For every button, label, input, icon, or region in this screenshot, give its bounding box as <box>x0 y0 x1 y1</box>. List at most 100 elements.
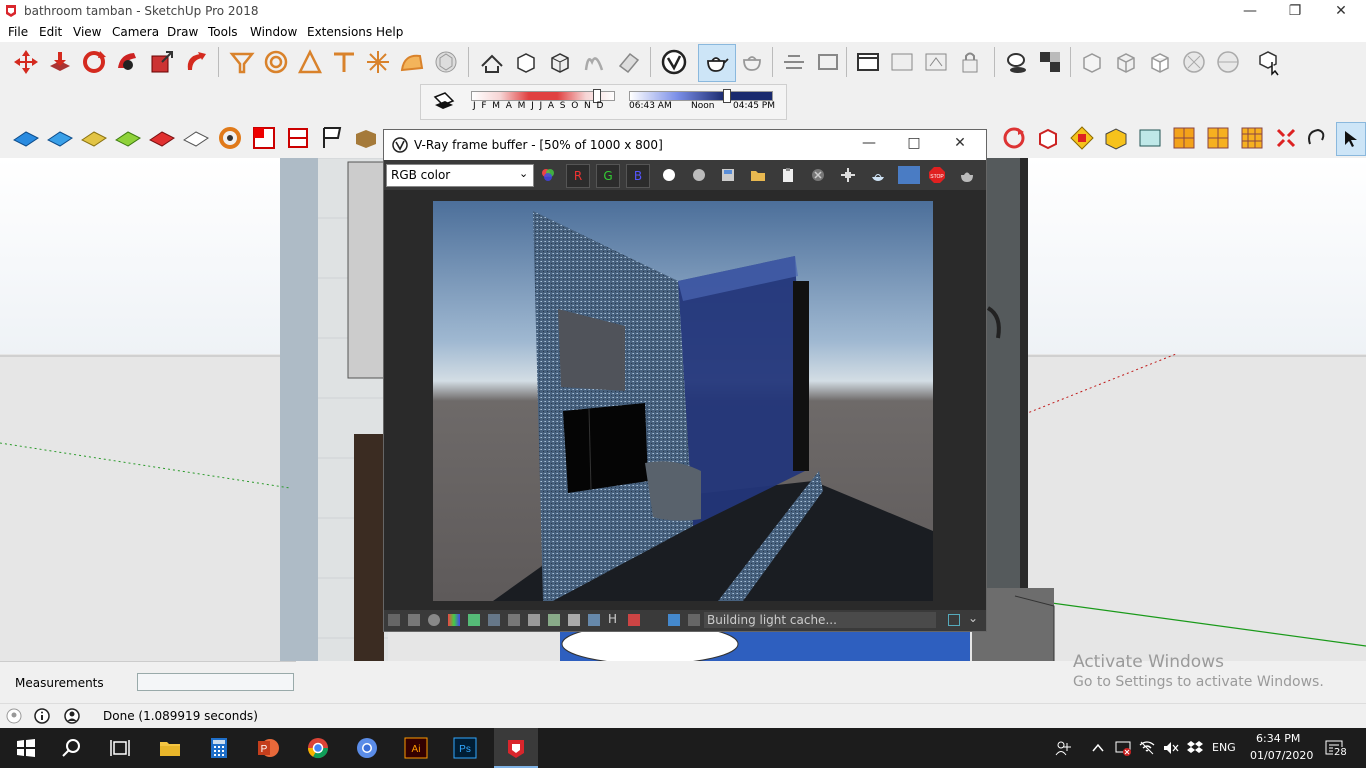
sandbox-contours-icon[interactable] <box>46 124 74 152</box>
show-hidden-icons-icon[interactable] <box>1090 740 1106 756</box>
walk-icon[interactable] <box>478 48 506 76</box>
rotate-icon[interactable] <box>80 48 108 76</box>
region-render-icon[interactable] <box>870 167 886 183</box>
sandbox-drape-icon[interactable] <box>148 124 176 152</box>
move-icon[interactable] <box>12 48 40 76</box>
wifi-off-icon[interactable] <box>1138 739 1156 757</box>
text-icon[interactable] <box>330 48 358 76</box>
render-button-active[interactable] <box>698 44 736 82</box>
shadows-icon[interactable] <box>1002 48 1030 76</box>
srgb-icon[interactable] <box>568 614 580 626</box>
orange-grid-icon[interactable] <box>1170 124 1198 152</box>
levels-icon[interactable] <box>468 614 480 626</box>
sandbox-stamp-icon[interactable] <box>114 124 142 152</box>
measurements-input[interactable] <box>137 673 294 691</box>
clock-time[interactable]: 6:34 PM <box>1256 732 1300 745</box>
menu-extensions[interactable]: Extensions <box>307 25 372 39</box>
light-rect-icon[interactable] <box>780 48 808 76</box>
open-folder-icon[interactable] <box>750 167 766 183</box>
lens-icon[interactable] <box>548 614 560 626</box>
info-circle-icon[interactable] <box>34 708 50 724</box>
protractor-icon[interactable] <box>296 48 324 76</box>
windows-start-icon[interactable] <box>14 736 38 760</box>
lut-icon[interactable] <box>588 614 600 626</box>
sandbox-flip-icon[interactable] <box>216 124 244 152</box>
rgb-channels-icon[interactable] <box>540 167 556 183</box>
sandbox-detail-icon[interactable] <box>182 124 210 152</box>
offset-icon[interactable] <box>182 48 210 76</box>
xray-icon[interactable] <box>1078 48 1106 76</box>
explode-icon[interactable] <box>1272 124 1300 152</box>
ocio-icon[interactable] <box>688 614 700 626</box>
settings-icon[interactable] <box>408 614 420 626</box>
expand-panel-icon[interactable] <box>948 614 960 626</box>
alpha-white-icon[interactable] <box>661 167 677 183</box>
compare-button[interactable] <box>898 166 920 184</box>
sandbox-icon[interactable] <box>580 48 608 76</box>
blue-channel-button[interactable]: B <box>626 164 650 188</box>
stop-render-icon[interactable]: STOP <box>928 166 946 184</box>
vray-close-button[interactable]: ✕ <box>937 132 983 156</box>
curve-icon[interactable] <box>488 614 500 626</box>
select-tool-button[interactable] <box>1336 122 1366 156</box>
search-icon[interactable] <box>60 736 84 760</box>
red-frame-icon[interactable] <box>284 124 312 152</box>
menu-edit[interactable]: Edit <box>39 25 62 39</box>
close-button[interactable]: ✕ <box>1318 0 1364 24</box>
yellow-diamond-icon[interactable] <box>1068 124 1096 152</box>
sketchup-taskbar-button[interactable] <box>494 728 538 768</box>
restore-button[interactable]: ❐ <box>1272 0 1318 24</box>
light-sphere-icon[interactable] <box>814 48 842 76</box>
menu-help[interactable]: Help <box>376 25 403 39</box>
hidden-line-icon[interactable] <box>1146 48 1174 76</box>
minimize-button[interactable]: — <box>1227 0 1273 24</box>
save-icon[interactable] <box>720 167 736 183</box>
interactive-render-icon[interactable] <box>738 48 766 76</box>
green-channel-button[interactable]: G <box>596 164 620 188</box>
task-view-icon[interactable] <box>108 736 132 760</box>
exposure-icon[interactable] <box>528 614 540 626</box>
asset-icon[interactable] <box>922 48 950 76</box>
fog-icon[interactable] <box>1036 48 1064 76</box>
textured-icon[interactable] <box>1214 48 1242 76</box>
red-square-icon[interactable] <box>250 124 278 152</box>
shadow-toggle-icon[interactable] <box>431 89 457 115</box>
brown-box-icon[interactable] <box>352 124 380 152</box>
network-icon[interactable] <box>1114 739 1132 757</box>
dropbox-icon[interactable] <box>1186 739 1204 757</box>
3d-text-icon[interactable] <box>398 48 426 76</box>
photoshop-icon[interactable]: Ps <box>453 736 477 760</box>
select-box-icon[interactable] <box>1256 48 1284 76</box>
dimension-icon[interactable] <box>262 48 290 76</box>
follow-me-icon[interactable] <box>114 48 142 76</box>
color-correction-icon[interactable] <box>448 614 460 626</box>
axes-icon[interactable] <box>364 48 392 76</box>
pixel-aspect-icon[interactable] <box>628 614 640 626</box>
time-slider[interactable] <box>629 91 773 101</box>
orange-tiles-icon[interactable] <box>1238 124 1266 152</box>
sandbox-smoove-icon[interactable] <box>80 124 108 152</box>
options-icon[interactable] <box>888 48 916 76</box>
menu-window[interactable]: Window <box>250 25 297 39</box>
component-red-icon[interactable] <box>1034 124 1062 152</box>
teal-frame-icon[interactable] <box>1136 124 1164 152</box>
user-account-icon[interactable] <box>64 708 80 724</box>
illustrator-icon[interactable]: Ai <box>404 736 428 760</box>
history-icon[interactable] <box>388 614 400 626</box>
chevron-down-icon[interactable]: ⌄ <box>968 611 978 625</box>
eraser-icon[interactable] <box>614 48 642 76</box>
menu-camera[interactable]: Camera <box>112 25 159 39</box>
menu-file[interactable]: File <box>8 25 28 39</box>
shaded-icon[interactable] <box>1180 48 1208 76</box>
geolocation-icon[interactable] <box>6 708 22 724</box>
chrome-icon[interactable] <box>306 736 330 760</box>
push-pull-icon[interactable] <box>46 48 74 76</box>
powerpoint-icon[interactable]: P <box>256 736 280 760</box>
component-icon[interactable] <box>546 48 574 76</box>
menu-draw[interactable]: Draw <box>167 25 198 39</box>
stereo-icon[interactable] <box>668 614 680 626</box>
monochrome-icon[interactable] <box>691 167 707 183</box>
orange-quad-icon[interactable] <box>1204 124 1232 152</box>
wireframe-icon[interactable] <box>1112 48 1140 76</box>
lock-icon[interactable] <box>956 48 984 76</box>
